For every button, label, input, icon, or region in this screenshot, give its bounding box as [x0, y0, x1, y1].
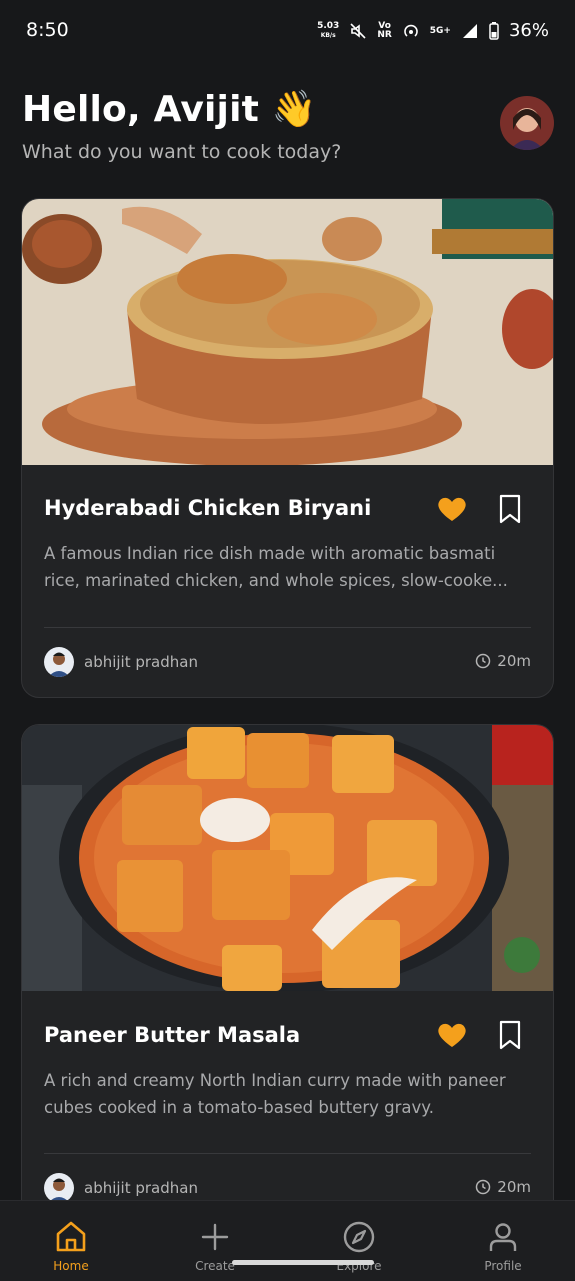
compass-icon: [343, 1221, 375, 1253]
nav-profile[interactable]: Profile: [443, 1201, 563, 1281]
divider: [44, 1153, 531, 1154]
greeting-subtitle: What do you want to cook today?: [22, 141, 342, 163]
battery-icon: [489, 21, 499, 40]
greeting-title: Hello, Avijit 👋: [22, 89, 317, 130]
cook-time-value: 20m: [497, 1178, 531, 1196]
heart-icon[interactable]: [437, 1021, 467, 1049]
bookmark-icon[interactable]: [499, 494, 521, 524]
user-icon: [489, 1223, 517, 1251]
net-speed-value: 5.03: [317, 20, 340, 31]
home-icon: [56, 1221, 86, 1252]
status-time: 8:50: [26, 19, 69, 41]
signal-icon: [462, 23, 477, 38]
nav-explore[interactable]: Explore: [299, 1201, 419, 1281]
nav-label: Home: [53, 1259, 89, 1273]
nav-create[interactable]: Create: [155, 1201, 275, 1281]
author-name: abhijit pradhan: [84, 653, 198, 671]
recipe-card[interactable]: Paneer Butter Masala A rich and creamy N…: [21, 724, 554, 1246]
author-avatar: [44, 647, 74, 677]
recipe-author[interactable]: abhijit pradhan: [44, 1173, 198, 1203]
recipe-description: A famous Indian rice dish made with arom…: [44, 544, 508, 590]
volte-indicator: Vo NR: [377, 21, 392, 40]
recipe-card[interactable]: Hyderabadi Chicken Biryani A famous Indi…: [21, 198, 554, 698]
heart-icon[interactable]: [437, 495, 467, 523]
cook-time: 20m: [475, 652, 531, 670]
recipe-title: Hyderabadi Chicken Biryani: [44, 496, 372, 520]
bottom-navigation: Home Create Explore Profile: [0, 1200, 575, 1281]
clock-icon: [476, 653, 491, 669]
network-type: 5G+: [429, 25, 451, 36]
divider: [44, 627, 531, 628]
nr-label: NR: [377, 29, 392, 40]
status-bar: 8:50 5.03 KB/s Vo NR 5G+ 36%: [0, 0, 575, 64]
cook-time-value: 20m: [497, 652, 531, 670]
user-avatar[interactable]: [500, 96, 554, 150]
home-indicator[interactable]: [232, 1260, 374, 1265]
mute-icon: [350, 22, 366, 39]
nav-label: Profile: [484, 1259, 522, 1273]
recipe-title: Paneer Butter Masala: [44, 1023, 301, 1047]
battery-percent: 36%: [508, 20, 549, 41]
plus-icon: [201, 1223, 229, 1251]
clock-icon: [476, 1179, 491, 1195]
author-avatar: [44, 1173, 74, 1203]
recipe-author[interactable]: abhijit pradhan: [44, 647, 198, 677]
status-icons: 5.03 KB/s Vo NR 5G+ 36%: [317, 20, 549, 41]
net-speed-unit: KB/s: [320, 31, 336, 39]
nav-label: Create: [195, 1259, 235, 1273]
bookmark-icon[interactable]: [499, 1020, 521, 1050]
recipe-image: [22, 725, 553, 991]
author-name: abhijit pradhan: [84, 1179, 198, 1197]
cook-time: 20m: [475, 1178, 531, 1196]
net-speed: 5.03 KB/s: [317, 20, 340, 40]
recipe-description: A rich and creamy North Indian curry mad…: [44, 1071, 506, 1117]
hotspot-icon: [404, 24, 418, 37]
nav-home[interactable]: Home: [11, 1201, 131, 1281]
recipe-image: [22, 199, 553, 465]
